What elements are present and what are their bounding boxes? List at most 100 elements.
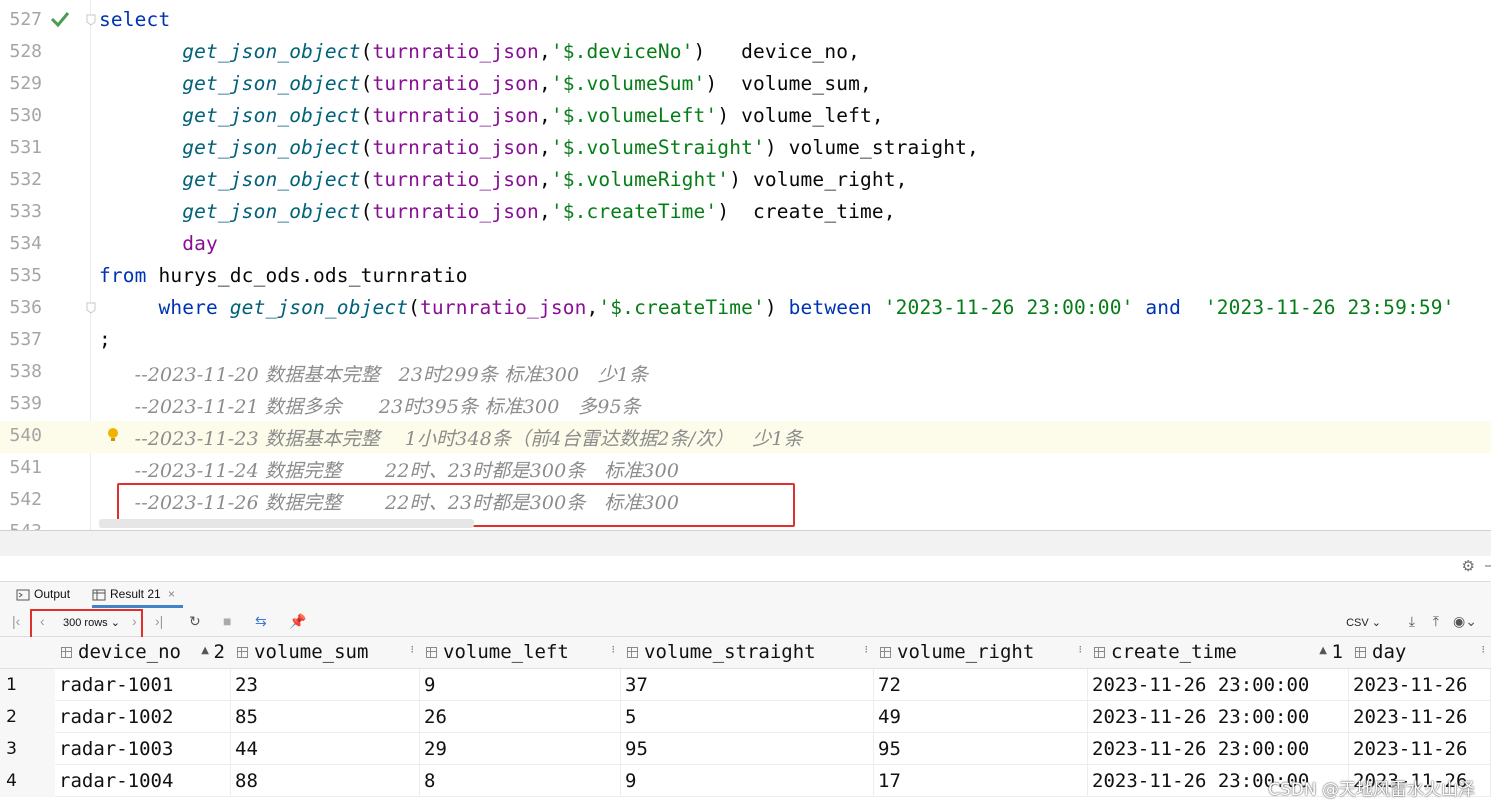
code-line[interactable]: 532 get_json_object(turnratio_json,'$.vo… — [0, 165, 1491, 197]
line-number: 537 — [9, 329, 42, 350]
sort-handle-icon[interactable]: ⁝ — [612, 643, 616, 656]
code-token: , — [538, 168, 551, 191]
table-cell[interactable]: 17 — [874, 765, 1088, 797]
code-token: ) volume_sum, — [705, 72, 872, 95]
sort-handle-icon[interactable]: ⁝ — [411, 643, 415, 656]
horizontal-scrollbar[interactable] — [99, 519, 474, 528]
close-icon[interactable]: × — [168, 587, 175, 601]
gear-icon[interactable]: ⚙ — [1462, 557, 1475, 575]
sort-arrow-icon[interactable]: ▲ — [201, 645, 209, 656]
table-cell[interactable]: 95 — [621, 733, 874, 765]
code-token: turnratio_json — [372, 136, 539, 159]
code-line[interactable]: 531 get_json_object(turnratio_json,'$.vo… — [0, 133, 1491, 165]
table-cell[interactable]: 5 — [621, 701, 874, 733]
table-cell[interactable]: 72 — [874, 669, 1088, 701]
column-header-volume-sum[interactable]: volume_sum ⁝ — [231, 637, 421, 669]
fold-marker-icon[interactable] — [86, 14, 96, 26]
table-cell[interactable]: 29 — [420, 733, 621, 765]
code-line[interactable]: 530 get_json_object(turnratio_json,'$.vo… — [0, 101, 1491, 133]
line-number: 541 — [9, 457, 42, 478]
code-text: get_json_object(turnratio_json,'$.volume… — [99, 104, 884, 127]
column-header-create-time[interactable]: create_time ▲ 1 — [1088, 637, 1350, 669]
table-cell[interactable]: 9 — [621, 765, 874, 797]
sort-arrow-icon[interactable]: ▲ — [1319, 645, 1327, 656]
line-number: 540 — [9, 425, 42, 446]
code-line[interactable]: 541 --2023-11-24 数据完整 22时、23时都是300条 标准30… — [0, 453, 1491, 485]
code-line[interactable]: 540 --2023-11-23 数据基本完整 1小时348条（前4台雷达数据2… — [0, 421, 1491, 453]
row-number[interactable]: 1 — [0, 669, 55, 701]
column-header-label: volume_right — [897, 641, 1035, 663]
stop-icon[interactable]: ■ — [223, 613, 231, 629]
code-line[interactable]: 537; — [0, 325, 1491, 357]
tab-output[interactable]: Output — [16, 582, 70, 608]
table-cell[interactable]: 85 — [231, 701, 420, 733]
table-cell[interactable]: 2023-11-26 23:00:00 — [1088, 669, 1349, 701]
table-cell[interactable]: 9 — [420, 669, 621, 701]
code-line[interactable]: 538 --2023-11-20 数据基本完整 23时299条 标准300 少1… — [0, 357, 1491, 389]
code-token: '$.createTime' — [598, 296, 765, 319]
table-cell[interactable]: 95 — [874, 733, 1088, 765]
download-icon[interactable]: ⤓ — [1409, 613, 1415, 630]
panel-divider[interactable] — [0, 530, 1491, 556]
code-token: turnratio_json — [372, 72, 539, 95]
export-format-selector[interactable]: CSV ⌄ — [1346, 616, 1381, 629]
column-header-day[interactable]: day ⁝ — [1349, 637, 1491, 669]
code-line[interactable]: 539 --2023-11-21 数据多余 23时395条 标准300 多95条 — [0, 389, 1491, 421]
sort-handle-icon[interactable]: ⁝ — [1079, 643, 1083, 656]
code-line[interactable]: 536 where get_json_object(turnratio_json… — [0, 293, 1491, 325]
table-cell[interactable]: 2023-11-26 23:00:00 — [1088, 733, 1349, 765]
table-cell[interactable]: 2023-11-26 23:00:00 — [1088, 701, 1349, 733]
code-text: --2023-11-21 数据多余 23时395条 标准300 多95条 — [99, 392, 641, 419]
table-cell[interactable]: radar-1001 — [55, 669, 231, 701]
table-cell[interactable]: radar-1003 — [55, 733, 231, 765]
row-number[interactable]: 4 — [0, 765, 55, 797]
table-cell[interactable]: radar-1004 — [55, 765, 231, 797]
code-line[interactable]: 535 from hurys_dc_ods.ods_turnratio — [0, 261, 1491, 293]
table-cell[interactable]: radar-1002 — [55, 701, 231, 733]
table-cell[interactable]: 23 — [231, 669, 420, 701]
export-format-label: CSV — [1346, 617, 1369, 629]
code-line[interactable]: 527 select — [0, 5, 1491, 37]
column-header-device-no[interactable]: device_no ▲ 2 — [55, 637, 232, 669]
compare-icon[interactable]: ⇆ — [255, 613, 267, 630]
row-number[interactable]: 3 — [0, 733, 55, 765]
code-token: ) volume_straight, — [764, 136, 979, 159]
code-token: '$.deviceNo' — [550, 40, 694, 63]
fold-marker-icon[interactable] — [86, 302, 96, 314]
code-line[interactable]: 529 get_json_object(turnratio_json,'$.vo… — [0, 69, 1491, 101]
column-header-volume-straight[interactable]: volume_straight ⁝ — [621, 637, 875, 669]
column-header-volume-right[interactable]: volume_right ⁝ — [874, 637, 1089, 669]
table-cell[interactable]: 37 — [621, 669, 874, 701]
upload-icon[interactable]: ⤒ — [1433, 613, 1439, 630]
view-icon[interactable]: ◉⌄ — [1453, 613, 1477, 630]
row-number[interactable]: 2 — [0, 701, 55, 733]
refresh-icon[interactable]: ↻ — [189, 613, 201, 630]
code-token: get_json_object — [182, 136, 361, 159]
pin-icon[interactable]: 📌 — [289, 613, 306, 630]
table-cell[interactable]: 49 — [874, 701, 1088, 733]
table-cell[interactable]: 26 — [420, 701, 621, 733]
code-line[interactable]: 534 day — [0, 229, 1491, 261]
table-cell[interactable]: 44 — [231, 733, 420, 765]
code-token: turnratio_json — [372, 104, 539, 127]
tab-result[interactable]: Result 21 × — [92, 582, 184, 608]
table-cell[interactable]: 88 — [231, 765, 420, 797]
table-cell[interactable]: 2023-11-26 — [1349, 669, 1491, 701]
last-page-icon[interactable]: ›| — [155, 613, 163, 629]
column-header-volume-left[interactable]: volume_left ⁝ — [420, 637, 622, 669]
first-page-icon[interactable]: |‹ — [12, 613, 20, 629]
table-cell[interactable]: 2023-11-26 — [1349, 701, 1491, 733]
code-line[interactable]: 528 get_json_object(turnratio_json,'$.de… — [0, 37, 1491, 69]
sort-handle-icon[interactable]: ⁝ — [865, 643, 869, 656]
hide-panel-icon[interactable]: – — [1485, 556, 1491, 574]
line-number: 530 — [9, 105, 42, 126]
lightbulb-icon[interactable] — [106, 427, 120, 445]
code-line[interactable]: 533 get_json_object(turnratio_json,'$.cr… — [0, 197, 1491, 229]
sort-handle-icon[interactable]: ⁝ — [1482, 643, 1486, 656]
table-cell[interactable]: 8 — [420, 765, 621, 797]
sql-editor[interactable]: 527 select 528 get_json_object(turnratio_j… — [0, 0, 1491, 530]
table-cell[interactable]: 2023-11-26 — [1349, 733, 1491, 765]
